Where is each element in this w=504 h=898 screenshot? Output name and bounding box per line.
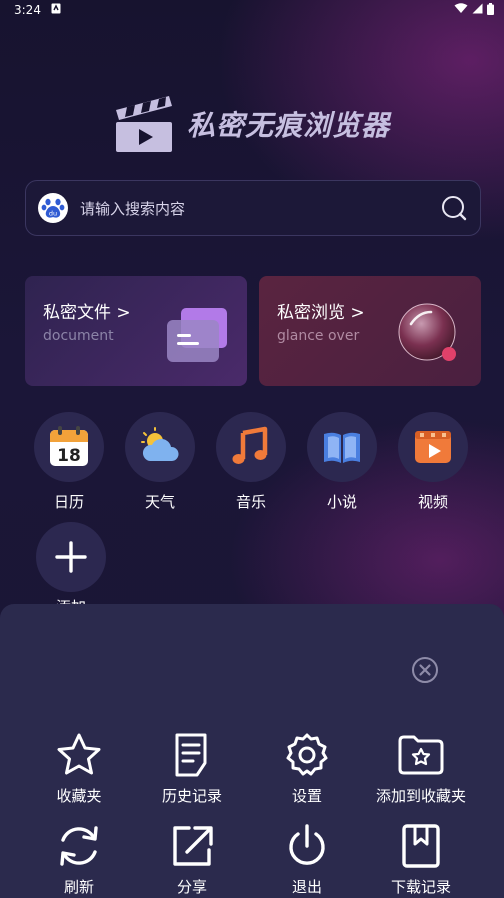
app-calendar-label: 日历 (53, 493, 84, 511)
plus-icon (55, 541, 87, 573)
refresh-label: 刷新 (63, 878, 94, 896)
app-weather-button[interactable] (125, 412, 195, 482)
folder-icon (167, 308, 227, 362)
download-record-icon (402, 824, 440, 868)
favorites-label: 收藏夹 (56, 787, 102, 805)
app-weather[interactable]: 天气 (120, 412, 200, 512)
power-icon (289, 824, 325, 865)
private-browse-subtitle: glance over (277, 328, 360, 344)
app-music-button[interactable] (216, 412, 286, 482)
history-label: 历史记录 (161, 787, 222, 805)
music-icon (232, 426, 268, 464)
app-calendar[interactable]: 18 日历 (29, 412, 109, 512)
clapperboard-logo-icon (113, 92, 175, 154)
weather-icon (141, 427, 179, 461)
settings-icon (286, 733, 328, 776)
exit-button[interactable]: 退出 (247, 822, 367, 897)
status-time: 3:24 (14, 3, 41, 17)
book-icon (324, 432, 360, 463)
notification-icon (51, 3, 61, 17)
app-weather-label: 天气 (144, 493, 175, 511)
app-video[interactable]: 视频 (393, 412, 473, 512)
private-files-subtitle: document (43, 328, 114, 344)
settings-button[interactable]: 设置 (247, 731, 367, 806)
add-to-favorites-button[interactable]: 添加到收藏夹 (361, 731, 481, 806)
add-to-favorites-label: 添加到收藏夹 (375, 787, 466, 805)
download-records-label: 下载记录 (390, 878, 451, 896)
private-files-title: 私密文件 > (43, 303, 131, 323)
refresh-icon (60, 826, 98, 866)
share-button[interactable]: 分享 (132, 822, 252, 897)
baidu-du-text: du (49, 210, 57, 218)
private-browse-card[interactable]: 私密浏览 > glance over (259, 276, 481, 386)
share-label: 分享 (176, 878, 207, 896)
refresh-button[interactable]: 刷新 (19, 822, 139, 897)
history-button[interactable]: 历史记录 (132, 731, 252, 806)
private-files-card[interactable]: 私密文件 > document (25, 276, 247, 386)
app-shortcuts: 18 日历 天气 音乐 小说 视频 (0, 412, 504, 512)
favorites-button[interactable]: 收藏夹 (19, 731, 139, 806)
battery-icon (487, 2, 494, 18)
search-icon[interactable] (440, 194, 468, 222)
baidu-paw-icon[interactable]: du (38, 193, 68, 223)
app-music-label: 音乐 (235, 493, 266, 511)
download-records-button[interactable]: 下载记录 (361, 822, 481, 897)
glass-orb-icon (398, 303, 456, 361)
app-novel[interactable]: 小说 (302, 412, 382, 512)
video-icon (415, 431, 451, 463)
calendar-icon: 18 (50, 426, 88, 466)
app-video-label: 视频 (417, 493, 448, 511)
history-icon (175, 733, 207, 777)
add-favorite-icon (398, 735, 444, 775)
app-title: 私密无痕浏览器 (187, 109, 391, 142)
search-input[interactable]: 请输入搜索内容 (80, 198, 440, 219)
star-icon (57, 733, 101, 775)
close-icon[interactable] (411, 656, 439, 684)
app-video-button[interactable] (398, 412, 468, 482)
settings-label: 设置 (291, 787, 322, 805)
signal-icon (472, 3, 483, 17)
share-icon (173, 826, 213, 866)
app-novel-label: 小说 (326, 493, 357, 511)
add-shortcut-button[interactable] (36, 522, 106, 592)
status-bar: 3:24 (0, 0, 504, 20)
app-novel-button[interactable] (307, 412, 377, 482)
calendar-day: 18 (57, 446, 81, 466)
wifi-icon (454, 3, 468, 17)
exit-label: 退出 (291, 878, 322, 896)
app-calendar-button[interactable]: 18 (34, 412, 104, 482)
private-browse-title: 私密浏览 > (277, 303, 365, 323)
app-music[interactable]: 音乐 (211, 412, 291, 512)
search-bar[interactable]: du 请输入搜索内容 (25, 180, 481, 236)
